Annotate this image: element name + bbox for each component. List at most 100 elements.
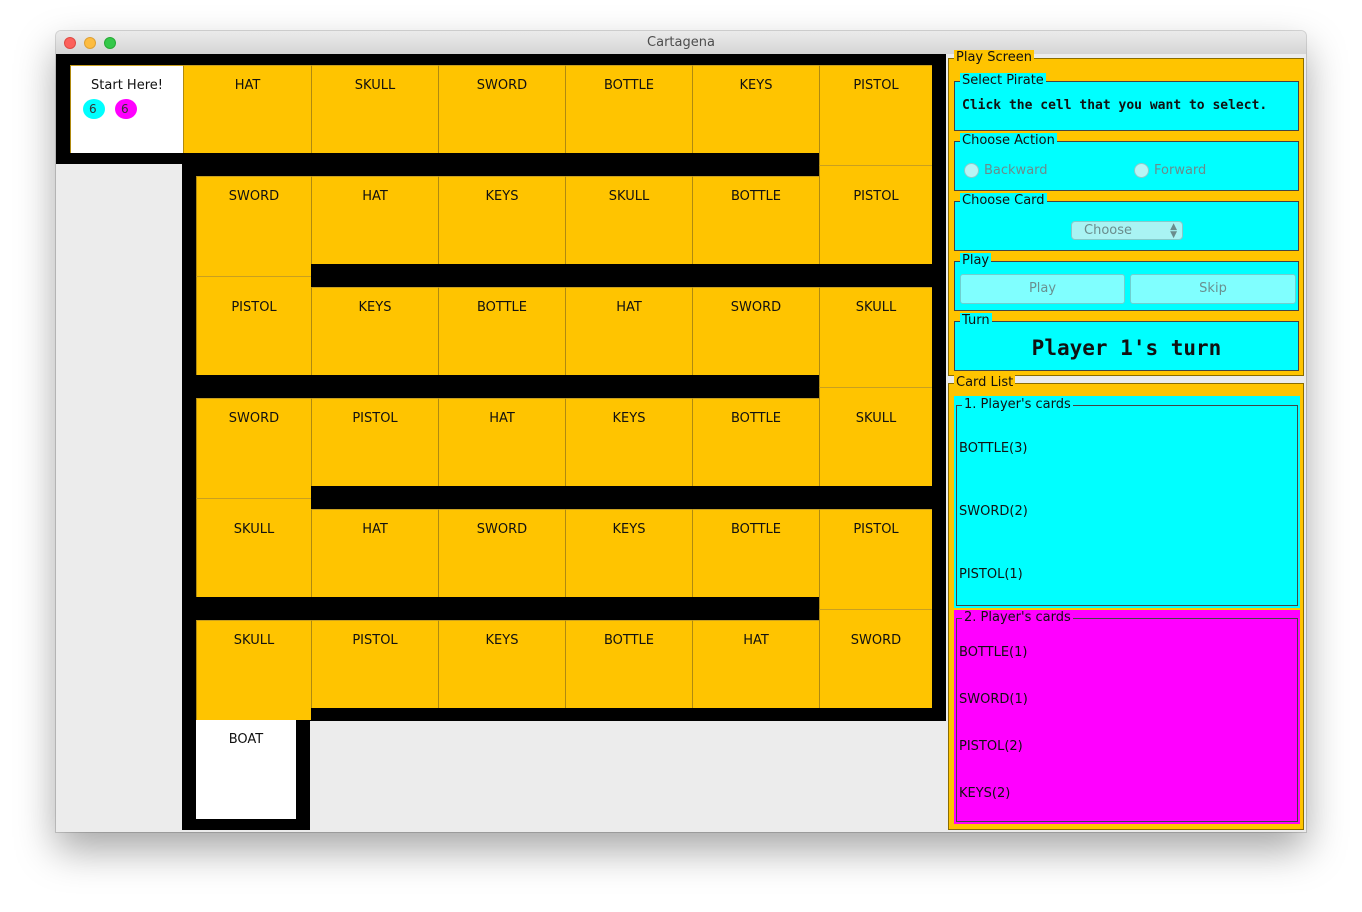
board-cell[interactable]: KEYS: [692, 65, 819, 153]
board-wall: [296, 264, 932, 287]
app-window: Cartagena Start Here! 6 6 HAT SKULL SWOR…: [56, 31, 1306, 832]
player-2-cards-panel: 2. Player's cards BOTTLE(1) SWORD(1) PIS…: [954, 610, 1300, 824]
turn-indicator: Player 1's turn: [1031, 336, 1222, 360]
board-cell[interactable]: PISTOL: [311, 620, 438, 708]
pirate-token-cyan[interactable]: 6: [83, 99, 105, 119]
card-select[interactable]: Choose ▲ ▼: [1071, 221, 1183, 240]
player-2-cards-title: 2. Player's cards: [962, 610, 1073, 625]
player-1-cards-title: 1. Player's cards: [962, 397, 1073, 412]
backward-radio[interactable]: Backward: [964, 163, 1048, 178]
board-cell[interactable]: SKULL: [565, 176, 692, 264]
forward-label: Forward: [1154, 163, 1207, 178]
board-cell[interactable]: BOTTLE: [692, 176, 819, 264]
player-2-cards-group: 2. Player's cards BOTTLE(1) SWORD(1) PIS…: [956, 610, 1298, 822]
board-cell[interactable]: PISTOL: [819, 65, 932, 165]
board-wall: [182, 819, 310, 830]
pirate-token-magenta[interactable]: 6: [115, 99, 137, 119]
board-cell[interactable]: HAT: [438, 398, 565, 486]
card-entry: BOTTLE(1): [959, 645, 1028, 660]
card-select-value: Choose: [1084, 223, 1132, 238]
board-wall: [182, 153, 196, 830]
select-pirate-title: Select Pirate: [960, 73, 1046, 88]
board-cell[interactable]: HAT: [692, 620, 819, 708]
board-wall: [932, 54, 946, 721]
title-bar: Cartagena: [56, 31, 1306, 55]
board-cell[interactable]: SKULL: [819, 387, 932, 486]
board-wall: [182, 597, 832, 620]
backward-label: Backward: [984, 163, 1048, 178]
board-cell[interactable]: BOTTLE: [692, 398, 819, 486]
forward-radio[interactable]: Forward: [1134, 163, 1206, 178]
board-wall: [56, 54, 946, 65]
radio-circle-icon: [964, 163, 979, 178]
board-cell[interactable]: HAT: [565, 287, 692, 375]
card-list-title: Card List: [954, 375, 1016, 390]
board-wall: [296, 708, 310, 830]
board-cell[interactable]: BOTTLE: [692, 509, 819, 597]
player-1-cards-panel: 1. Player's cards BOTTLE(3) SWORD(2) PIS…: [954, 396, 1300, 608]
board-wall: [182, 153, 832, 176]
board-cell[interactable]: KEYS: [565, 398, 692, 486]
boat-cell[interactable]: BOAT: [196, 720, 296, 819]
window-title: Cartagena: [647, 35, 715, 50]
board-cell[interactable]: SWORD: [196, 176, 311, 276]
card-list-panel: Card List 1. Player's cards BOTTLE(3) SW…: [948, 375, 1304, 830]
turn-title: Turn: [960, 313, 992, 328]
board-cell[interactable]: KEYS: [311, 287, 438, 375]
play-screen-title: Play Screen: [954, 50, 1034, 65]
board-cell[interactable]: SWORD: [819, 609, 932, 708]
player-1-cards-group: 1. Player's cards BOTTLE(3) SWORD(2) PIS…: [956, 397, 1298, 606]
board-cell[interactable]: PISTOL: [311, 398, 438, 486]
board-cell[interactable]: PISTOL: [819, 165, 932, 264]
board-cell[interactable]: SWORD: [438, 509, 565, 597]
board-wall: [70, 153, 182, 164]
play-group: Play Play Skip: [954, 253, 1299, 311]
board-cell[interactable]: SKULL: [196, 498, 311, 597]
board-cell[interactable]: HAT: [311, 509, 438, 597]
side-panel: Play Screen Select Pirate Click the cell…: [946, 50, 1306, 832]
start-cell[interactable]: Start Here! 6 6: [70, 65, 183, 153]
select-pirate-group: Select Pirate Click the cell that you wa…: [954, 73, 1299, 131]
card-entry: BOTTLE(3): [959, 441, 1028, 456]
turn-group: Turn Player 1's turn: [954, 313, 1299, 371]
card-entry: PISTOL(2): [959, 739, 1023, 754]
play-screen-panel: Play Screen Select Pirate Click the cell…: [948, 50, 1304, 376]
board-cell[interactable]: SKULL: [196, 620, 311, 720]
card-entry: SWORD(1): [959, 692, 1028, 707]
game-board: Start Here! 6 6 HAT SKULL SWORD BOTTLE K…: [56, 54, 946, 832]
board-wall: [56, 54, 70, 164]
board-cell[interactable]: SKULL: [819, 287, 932, 387]
select-pirate-hint: Click the cell that you want to select.: [962, 98, 1268, 113]
boat-label: BOAT: [228, 732, 264, 747]
play-button[interactable]: Play: [960, 274, 1125, 304]
start-label: Start Here!: [91, 78, 163, 93]
board-cell[interactable]: BOTTLE: [565, 65, 692, 153]
play-group-title: Play: [960, 253, 992, 268]
board-cell[interactable]: PISTOL: [196, 276, 311, 375]
board-wall: [182, 375, 832, 398]
board-cell[interactable]: BOTTLE: [438, 287, 565, 375]
board-cell[interactable]: KEYS: [438, 620, 565, 708]
card-entry: PISTOL(1): [959, 567, 1023, 582]
board-cell[interactable]: SWORD: [438, 65, 565, 153]
board-wall: [296, 486, 932, 509]
board-cell[interactable]: HAT: [311, 176, 438, 264]
radio-circle-icon: [1134, 163, 1149, 178]
board-cell[interactable]: HAT: [183, 65, 311, 153]
choose-action-title: Choose Action: [960, 133, 1057, 148]
board-cell[interactable]: BOTTLE: [565, 620, 692, 708]
board-cell[interactable]: SKULL: [311, 65, 438, 153]
board-cell[interactable]: SWORD: [692, 287, 819, 375]
choose-action-group: Choose Action Backward Forward: [954, 133, 1299, 191]
skip-button[interactable]: Skip: [1130, 274, 1296, 304]
card-entry: SWORD(2): [959, 504, 1028, 519]
board-cell[interactable]: SWORD: [196, 398, 311, 498]
board-cell[interactable]: KEYS: [565, 509, 692, 597]
board-cell[interactable]: KEYS: [438, 176, 565, 264]
card-entry: KEYS(2): [959, 786, 1011, 801]
select-arrows-icon: ▲ ▼: [1170, 222, 1177, 240]
choose-card-group: Choose Card Choose ▲ ▼: [954, 193, 1299, 251]
choose-card-title: Choose Card: [960, 193, 1047, 208]
board-cell[interactable]: PISTOL: [819, 509, 932, 609]
board-wall: [296, 708, 946, 721]
